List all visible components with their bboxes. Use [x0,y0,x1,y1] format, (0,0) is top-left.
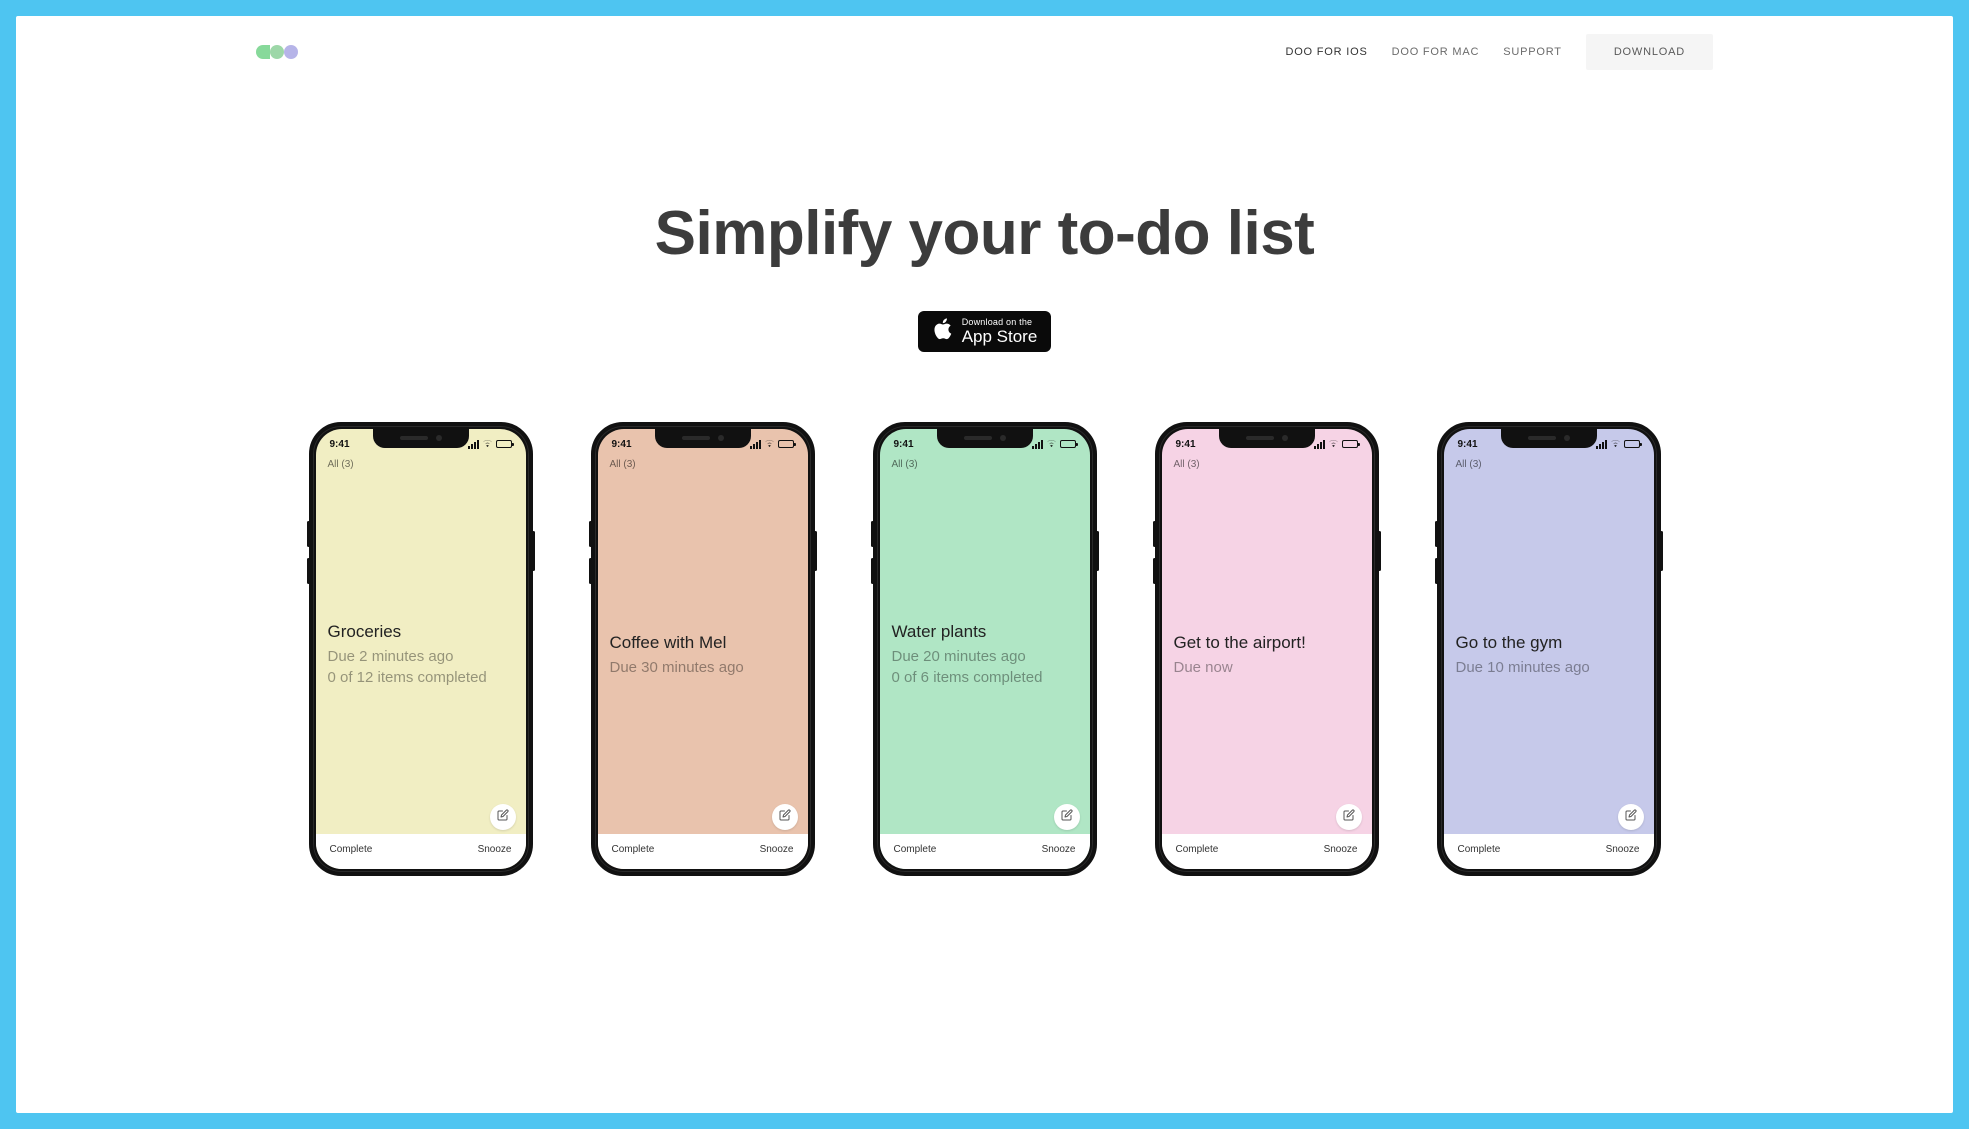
logo-o2-icon [284,45,298,59]
edit-button[interactable] [490,804,516,830]
phone-mockup: 9:41 All (3) Get to the airport! Due now [1155,422,1379,876]
nav-links: DOO FOR IOS DOO FOR MAC SUPPORT DOWNLOAD [1285,34,1713,70]
edit-icon [497,808,509,826]
task-due: Due 20 minutes ago [892,646,1078,667]
phone-notch [655,429,751,448]
phones-row: 9:41 All (3) Groceries Due 2 minutes ago… [16,352,1953,876]
logo[interactable] [256,45,298,59]
app-store-button[interactable]: Download on the App Store [918,311,1052,352]
signal-icon [468,440,479,449]
edit-icon [1061,808,1073,826]
task-due: Due now [1174,657,1360,678]
battery-icon [496,440,512,448]
battery-icon [1060,440,1076,448]
phone-notch [937,429,1033,448]
app-store-small-text: Download on the [962,318,1038,327]
status-time: 9:41 [894,439,914,450]
edit-button[interactable] [1054,804,1080,830]
phone-notch [373,429,469,448]
card-list-label: All (3) [880,453,1090,476]
edit-button[interactable] [1618,804,1644,830]
battery-icon [1342,440,1358,448]
status-time: 9:41 [330,439,350,450]
complete-button[interactable]: Complete [612,844,655,855]
card-list-label: All (3) [1162,453,1372,476]
nav-link-support[interactable]: SUPPORT [1503,46,1562,58]
edit-icon [1343,808,1355,826]
signal-icon [1314,440,1325,449]
phone-mockup: 9:41 All (3) Go to the gym Due 10 minute… [1437,422,1661,876]
task-title: Go to the gym [1456,633,1642,653]
signal-icon [1596,440,1607,449]
wifi-icon [482,439,493,450]
signal-icon [1032,440,1043,449]
nav-link-mac[interactable]: DOO FOR MAC [1392,46,1480,58]
download-button[interactable]: DOWNLOAD [1586,34,1713,70]
snooze-button[interactable]: Snooze [760,844,794,855]
task-due: Due 2 minutes ago [328,646,514,667]
task-title: Get to the airport! [1174,633,1360,653]
complete-button[interactable]: Complete [1176,844,1219,855]
task-title: Groceries [328,622,514,642]
task-title: Coffee with Mel [610,633,796,653]
status-time: 9:41 [1458,439,1478,450]
logo-d-icon [256,45,270,59]
snooze-button[interactable]: Snooze [1324,844,1358,855]
card-list-label: All (3) [1444,453,1654,476]
snooze-button[interactable]: Snooze [1606,844,1640,855]
edit-icon [1625,808,1637,826]
wifi-icon [764,439,775,450]
battery-icon [778,440,794,448]
top-nav: DOO FOR IOS DOO FOR MAC SUPPORT DOWNLOAD [16,16,1953,88]
logo-o1-icon [270,45,284,59]
task-due: Due 10 minutes ago [1456,657,1642,678]
card-list-label: All (3) [598,453,808,476]
task-due: Due 30 minutes ago [610,657,796,678]
nav-link-ios[interactable]: DOO FOR IOS [1285,46,1367,58]
snooze-button[interactable]: Snooze [478,844,512,855]
app-store-big-text: App Store [962,328,1038,345]
status-time: 9:41 [1176,439,1196,450]
page-viewport[interactable]: DOO FOR IOS DOO FOR MAC SUPPORT DOWNLOAD… [16,16,1953,1113]
task-progress: 0 of 12 items completed [328,667,514,688]
phone-mockup: 9:41 All (3) Coffee with Mel Due 30 minu… [591,422,815,876]
phone-notch [1219,429,1315,448]
task-progress: 0 of 6 items completed [892,667,1078,688]
edit-icon [779,808,791,826]
complete-button[interactable]: Complete [330,844,373,855]
complete-button[interactable]: Complete [894,844,937,855]
phone-notch [1501,429,1597,448]
task-title: Water plants [892,622,1078,642]
apple-icon [932,317,952,346]
card-list-label: All (3) [316,453,526,476]
wifi-icon [1046,439,1057,450]
battery-icon [1624,440,1640,448]
hero-title: Simplify your to-do list [16,198,1953,269]
edit-button[interactable] [1336,804,1362,830]
status-time: 9:41 [612,439,632,450]
hero: Simplify your to-do list Download on the… [16,88,1953,352]
edit-button[interactable] [772,804,798,830]
phone-mockup: 9:41 All (3) Groceries Due 2 minutes ago… [309,422,533,876]
complete-button[interactable]: Complete [1458,844,1501,855]
wifi-icon [1610,439,1621,450]
phone-mockup: 9:41 All (3) Water plants Due 20 minutes… [873,422,1097,876]
signal-icon [750,440,761,449]
wifi-icon [1328,439,1339,450]
snooze-button[interactable]: Snooze [1042,844,1076,855]
